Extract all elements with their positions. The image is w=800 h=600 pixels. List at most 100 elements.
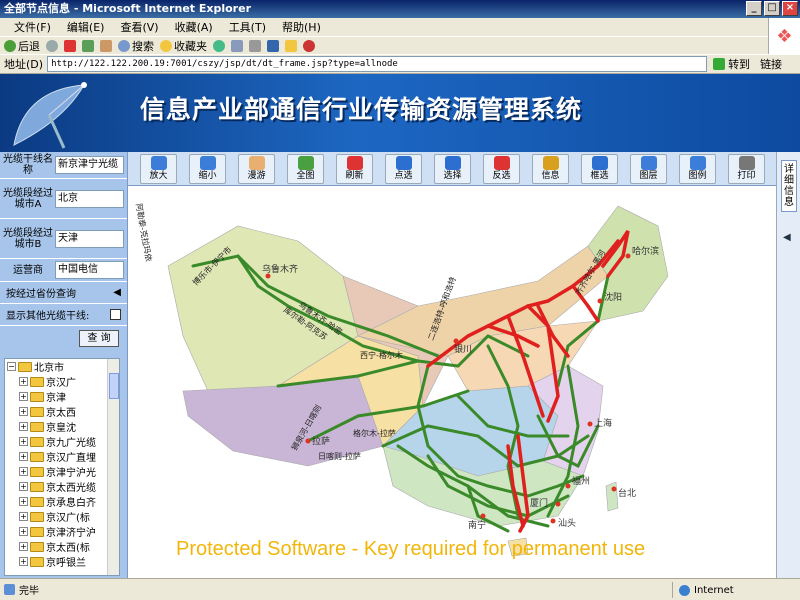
expand-icon[interactable]: + [19,527,28,536]
tree-item[interactable]: + 京九广光缆 [5,434,119,449]
tree-item[interactable]: + 京汉广(标 [5,509,119,524]
point-select-button[interactable]: 点选 [385,153,422,184]
menu-tools[interactable]: 工具(T) [221,19,274,35]
home-icon[interactable] [100,39,112,52]
city-dot-harbin[interactable] [625,253,631,259]
show-others-row: 显示其他光缆干线: [0,304,127,326]
close-button[interactable]: × [782,1,798,16]
menu-view[interactable]: 查看(V) [112,19,166,35]
box-select-button[interactable]: 框选 [581,153,618,184]
expand-icon[interactable]: + [19,392,28,401]
mail-icon[interactable] [231,39,243,52]
legend-button[interactable]: 图例 [679,153,716,184]
tree-item[interactable]: + 京承息白齐 [5,494,119,509]
refresh-icon [346,156,363,170]
tree-item[interactable]: + 京太西光缆 [5,479,119,494]
refresh-icon[interactable] [82,39,94,52]
expand-icon[interactable]: + [19,452,28,461]
city-dot-xiamen[interactable] [555,501,561,507]
expand-icon[interactable]: + [19,422,28,431]
full-extent-button[interactable]: 全图 [287,153,324,184]
folder-icon [30,556,44,567]
info-button[interactable]: 信息 [532,153,569,184]
pan-icon [248,156,265,170]
city-dot-shanghai[interactable] [587,421,593,427]
operator-input[interactable]: 中国电信 [55,261,124,279]
folder-icon [30,466,44,477]
layers-button[interactable]: 图层 [630,153,667,184]
city-dot-fuzhou[interactable] [565,483,571,489]
maximize-button[interactable]: □ [764,1,780,16]
collapse-arrow-icon[interactable]: ◀ [783,232,791,243]
collapse-icon[interactable]: − [7,362,16,371]
expand-icon[interactable]: + [19,377,28,386]
select-button[interactable]: 选择 [434,153,471,184]
tree-item[interactable]: + 京津宁沪光 [5,464,119,479]
print-button[interactable]: 打印 [728,153,765,184]
folder-icon [30,421,44,432]
speaker-icon[interactable]: ◀ [113,287,121,298]
tree-item-label: 京汉广直埋 [46,453,96,464]
expand-icon[interactable]: + [19,407,28,416]
word-icon[interactable] [267,39,279,52]
go-button[interactable]: 转到 [713,56,750,72]
expand-icon[interactable]: + [19,437,28,446]
folder-icon[interactable] [285,39,297,52]
expand-icon[interactable]: + [19,467,28,476]
forward-button[interactable] [46,39,58,52]
tree-scrollbar[interactable] [107,359,119,575]
menu-edit[interactable]: 编辑(E) [59,19,113,35]
tree-item[interactable]: + 京呼银兰 [5,554,119,569]
expand-icon[interactable]: + [19,512,28,521]
zoom-in-button[interactable]: 放大 [140,153,177,184]
back-button[interactable]: 后退 [4,38,40,54]
favorites-button[interactable]: 收藏夹 [160,38,207,54]
refresh-button[interactable]: 刷新 [336,153,373,184]
address-input[interactable]: http://122.122.200.19:7001/cszy/jsp/dt/d… [47,56,708,72]
tree-item[interactable]: + 京汉广直埋 [5,449,119,464]
city-a-input[interactable]: 北京 [55,189,124,208]
city-dot-taipei[interactable] [611,486,617,492]
city-label-fuzhou: 福州 [572,475,590,487]
zoom-out-button[interactable]: 缩小 [189,153,226,184]
tree-item[interactable]: + 京津 [5,389,119,404]
tree-root[interactable]: − 北京市 [5,359,119,374]
details-tab[interactable]: 详细信息 [781,160,797,212]
history-icon[interactable] [213,39,225,52]
expand-icon[interactable]: + [19,542,28,551]
tree-item[interactable]: + 京汉广 [5,374,119,389]
menu-favorites[interactable]: 收藏(A) [167,19,221,35]
minimize-button[interactable]: _ [746,1,762,16]
menu-file[interactable]: 文件(F) [6,19,59,35]
menu-help[interactable]: 帮助(H) [274,19,329,35]
print-icon[interactable] [249,39,261,52]
expand-icon[interactable]: + [19,482,28,491]
select-icon [444,156,461,170]
route-label-8: 日喀则-拉萨 [318,451,361,461]
city-dot-shenyang[interactable] [597,298,603,304]
city-b-input[interactable]: 天津 [55,229,124,248]
show-others-checkbox[interactable] [110,309,121,320]
tree-item[interactable]: + 京太西 [5,404,119,419]
province-query-row[interactable]: 按经过省份查询 ◀ [0,282,127,304]
tree-item[interactable]: + 京津济宁沪 [5,524,119,539]
tree-item[interactable]: + 京皇沈 [5,419,119,434]
city-dot-nanning[interactable] [480,513,486,519]
city-dot-lhasa[interactable] [305,438,311,444]
pan-button[interactable]: 漫游 [238,153,275,184]
stop-icon[interactable] [64,39,76,52]
china-map[interactable]: 乌鲁木齐 哈尔滨 沈阳 银川 上海 福州 台北 拉萨 厦门 南宁 汕头 博乐市-… [128,186,776,578]
expand-icon[interactable]: + [19,557,28,566]
tree-item[interactable]: + 京太西(标 [5,539,119,554]
links-button[interactable]: 链接 [760,56,782,72]
expand-icon[interactable]: + [19,497,28,506]
inverse-select-button[interactable]: 反选 [483,153,520,184]
menu-bar: 文件(F) 编辑(E) 查看(V) 收藏(A) 工具(T) 帮助(H) [0,18,800,36]
city-dot-yinchuan[interactable] [453,338,459,344]
city-dot-shantou[interactable] [550,518,556,524]
route-name-input[interactable]: 新京津宁光缆 [55,156,124,174]
query-button[interactable]: 查 询 [79,330,119,347]
search-button[interactable]: 搜索 [118,38,154,54]
tree-scroll-thumb[interactable] [109,373,119,399]
messenger-icon[interactable] [303,39,315,52]
